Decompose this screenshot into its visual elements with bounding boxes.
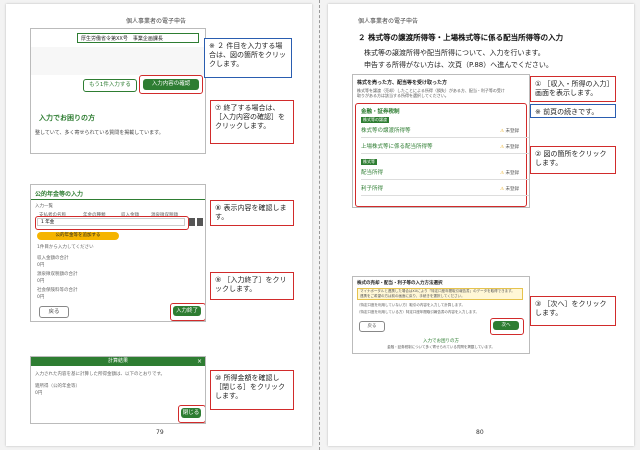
right-page: 個人事業者の電子申告 ２ 株式等の譲渡所得等・上場株式等に係る配当所得等の入力 … — [328, 4, 634, 446]
callout-step-10: ⑩ 所得金額を確認し［閉じる］をクリックします。 — [210, 370, 294, 410]
callout-second-item: ※ ２ 件目を入力する場合は、図の箇所をクリックします。 — [204, 38, 292, 78]
method-title: 株式の売却・配当・利子等の入力方法選択 — [357, 281, 443, 286]
screenshot-add-or-confirm: 厚生労働省令第XX号 事業企画課長 もう1件入力する 入力内容の確認 入力でお困… — [30, 28, 206, 154]
result-title: 計算結果 — [31, 357, 205, 366]
highlight-next — [490, 318, 524, 335]
list-tab: 入力一覧 — [35, 204, 53, 209]
warn-status: 未登録 — [500, 128, 520, 134]
intro-line-1: 株式等の譲渡所得や配当所得について、入力を行います。 — [364, 49, 545, 57]
add-pension-button[interactable]: 公的年金等を追加する — [37, 232, 119, 240]
total-insurance-label: 社会保険料等の合計 — [37, 288, 78, 293]
result-label: 雑所得（公的年金等） — [35, 384, 80, 389]
warn-status: 未登録 — [500, 144, 520, 150]
page-spine-divider — [319, 0, 320, 450]
callout-step-1: ① ［収入・所得の入力］画面を表示します。 — [530, 76, 616, 102]
screenshot-method-select: 株式の売却・配当・利子等の入力方法選択 マイナポータルと連携した場合はXXにより… — [352, 276, 530, 354]
callout-step-7: ⑦ 終了する場合は、［入力内容の確認］をクリックします。 — [210, 100, 294, 144]
stock-desc: 株式等を譲渡（売却）したことによる所得（損失）がある方、配当・利子等の受け取りが… — [357, 88, 505, 98]
delete-icon[interactable] — [197, 218, 203, 226]
notice-line-2: 連携をご希望の方は前の画面に戻り、手続きを選択してください。 — [360, 294, 465, 298]
page-number: 80 — [476, 429, 484, 436]
screenshot-stock-selection: 株式を売った方、配当等を受け取った方 株式等を譲渡（売却）したことによる所得（損… — [352, 74, 530, 208]
warn-status: 未登録 — [500, 186, 520, 192]
screenshot-calc-result: 計算結果 × 入力された内容を基に計算した所得金額は、以下のとおりです。 雑所得… — [30, 356, 206, 424]
left-page: 個人事業者の電子申告 厚生労働省令第XX号 事業企画課長 もう1件入力する 入力… — [6, 4, 312, 446]
group-title: 金融・証券税制 — [361, 109, 400, 115]
total-income-label: 収入金額の合計 — [37, 256, 69, 261]
result-value: 0円 — [35, 391, 43, 396]
page-number: 79 — [156, 429, 164, 436]
pension-title: 公的年金等の入力 — [35, 191, 84, 198]
note-text: 1件目から入力してください — [37, 245, 94, 250]
intro-line-2: 申告する所得がない方は、次頁（P.88）へ進んでください。 — [364, 61, 553, 69]
help-text: 整していて、多く寄せられている質問を掲載しています。 — [35, 130, 164, 136]
office-bar: 厚生労働省令第XX号 事業企画課長 — [77, 33, 199, 43]
callout-step-2: ② 図の箇所をクリックします。 — [530, 146, 616, 174]
callout-step-9: ⑨ ［入力終了］をクリックします。 — [210, 272, 294, 300]
highlight-done — [170, 303, 205, 321]
back-button[interactable]: 戻る — [359, 321, 385, 332]
total-income-value: 0円 — [37, 263, 45, 268]
page-header: 個人事業者の電子申告 — [358, 18, 419, 25]
callout-step-8: ⑧ 表示内容を確認します。 — [210, 200, 294, 226]
result-line: 入力された内容を基に計算した所得金額は、以下のとおりです。 — [35, 372, 166, 377]
method-text-1: （特定口座を利用していない方）取引の内容を入力して計算します。 — [357, 303, 465, 307]
close-icon[interactable]: × — [197, 358, 202, 365]
callout-step-3: ③ ［次へ］をクリックします。 — [530, 296, 616, 326]
warn-status: 未登録 — [500, 170, 520, 176]
highlight-confirm — [139, 75, 203, 94]
section-title: ２ 株式等の譲渡所得等・上場株式等に係る配当所得等の入力 — [358, 33, 564, 42]
category-badge: 株式等の譲渡 — [361, 117, 389, 123]
total-withholding-label: 源泉徴収税額の合計 — [37, 272, 78, 277]
page-header: 個人事業者の電子申告 — [126, 18, 187, 25]
form-area — [31, 47, 205, 75]
total-withholding-value: 0円 — [37, 279, 45, 284]
highlight-close — [178, 405, 205, 423]
callout-note: ※ 前頁の続きです。 — [530, 104, 616, 118]
help-title: 入力でお困りの方 — [39, 114, 95, 122]
add-another-button[interactable]: もう1件入力する — [83, 79, 137, 92]
method-text-2: （特定口座を利用している方）特定口座年間取引報告書の内容を入力します。 — [357, 310, 480, 314]
stock-title: 株式を売った方、配当等を受け取った方 — [357, 80, 448, 86]
help-text: 金融・証券税制について多く寄せられている質問を掲載しています。 — [387, 345, 495, 349]
back-button[interactable]: 戻る — [39, 306, 69, 318]
total-insurance-value: 0円 — [37, 295, 45, 300]
edit-icon[interactable] — [189, 218, 195, 226]
screenshot-pension-input: 公的年金等の入力 入力一覧 支払者の名称 年金の種類 収入金額 源泉徴収税額 1… — [30, 184, 206, 322]
highlight-row — [35, 216, 189, 230]
notice-box: マイナポータルと連携した場合はXXにより「特定口座年間取引報告書」のデータを取得… — [357, 288, 523, 300]
category-badge: 株式等 — [361, 159, 377, 165]
help-title: 入力でお困りの方 — [423, 339, 459, 344]
